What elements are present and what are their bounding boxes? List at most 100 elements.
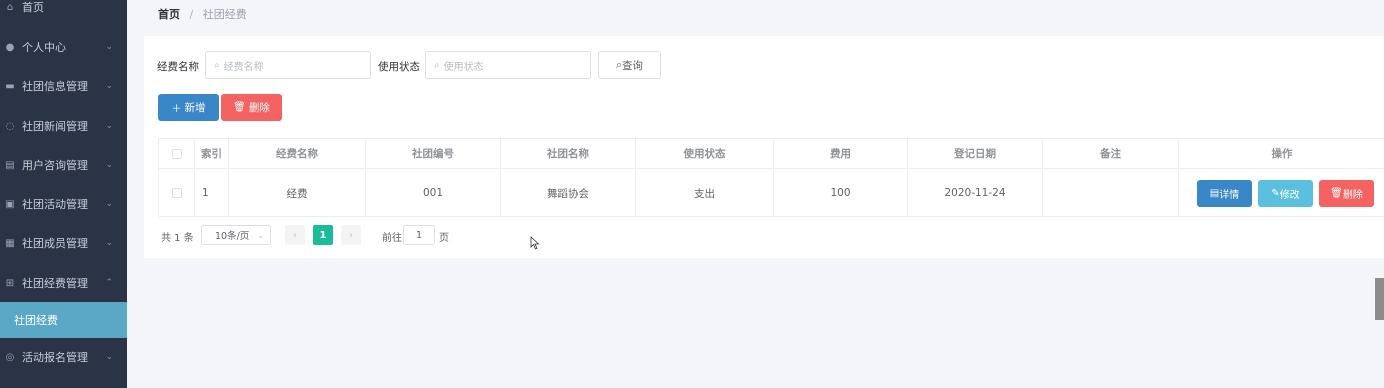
table-row: 1 经费 001 舞蹈协会 支出 100 2020-11-24 ▤ 详情 ✎ 修… xyxy=(159,170,1384,217)
breadcrumb-home[interactable]: 首页 xyxy=(158,8,180,21)
sidebar-item-club-info[interactable]: ▬ 社团信息管理 ⌄ xyxy=(0,67,127,105)
chevron-up-icon: ⌃ xyxy=(105,278,113,288)
user-icon: ● xyxy=(5,41,15,53)
briefcase-icon: ▬ xyxy=(5,80,15,92)
add-label: 新增 xyxy=(184,102,206,114)
breadcrumb-current: 社团经费 xyxy=(202,8,247,21)
sidebar-item-club-funds[interactable]: ⊞ 社团经费管理 ⌃ xyxy=(0,264,127,302)
sidebar-item-label: 用户咨询管理 xyxy=(22,159,88,172)
delete-button[interactable]: 🗑 删除 xyxy=(221,94,282,121)
page-size-select[interactable]: 10条/页 ⌄ xyxy=(201,225,271,245)
funds-table: 索引 经费名称 社团编号 社团名称 使用状态 费用 登记日期 备注 操作 1 经… xyxy=(158,138,1384,217)
chevron-right-icon: › xyxy=(349,229,353,241)
home-icon: ⌂ xyxy=(6,1,14,13)
header-fund-name: 经费名称 xyxy=(229,139,366,168)
query-label: 查询 xyxy=(621,59,643,72)
header-index: 索引 xyxy=(195,139,229,168)
row-delete-button[interactable]: 🗑 删除 xyxy=(1319,180,1374,207)
row-checkbox-cell xyxy=(159,170,195,216)
header-operations: 操作 xyxy=(1271,148,1293,160)
cell-club-name: 舞蹈协会 xyxy=(501,170,636,216)
trash-icon: 🗑 xyxy=(233,102,246,113)
chevron-left-icon: ‹ xyxy=(293,229,297,241)
cell-note xyxy=(1043,170,1179,216)
search-icon: ⌕ xyxy=(214,59,220,71)
cell-date: 2020-11-24 xyxy=(908,170,1043,216)
edit-button[interactable]: ✎ 修改 xyxy=(1258,180,1313,207)
sidebar-item-label: 社团经费管理 xyxy=(22,277,88,290)
chevron-down-icon: ⌄ xyxy=(105,42,113,52)
globe-icon: ◎ xyxy=(5,351,15,363)
sidebar: ⌂ 首页 ● 个人中心 ⌄ ▬ 社团信息管理 ⌄ ◌ 社团新闻管理 ⌄ ▤ 用户… xyxy=(0,0,127,388)
cell-index: 1 xyxy=(195,170,229,216)
prev-page-button[interactable]: ‹ xyxy=(285,225,305,245)
header-club-name: 社团名称 xyxy=(501,139,636,168)
goto-page-input[interactable]: 1 xyxy=(403,225,435,245)
header-note: 备注 xyxy=(1043,139,1179,168)
monitor-icon: ▦ xyxy=(5,237,15,249)
page-number-current[interactable]: 1 xyxy=(313,225,333,245)
chevron-down-icon: ⌄ xyxy=(105,160,113,170)
sidebar-item-personal-center[interactable]: ● 个人中心 ⌄ xyxy=(0,28,127,66)
cell-fund-name: 经费 xyxy=(229,170,366,216)
cell-cost: 100 xyxy=(774,170,908,216)
plus-icon: ＋ xyxy=(171,104,182,115)
sidebar-subitem-label: 社团经费 xyxy=(14,314,58,327)
sidebar-item-home[interactable]: ⌂ 首页 xyxy=(0,0,127,26)
edit-label: 修改 xyxy=(1279,190,1300,201)
select-all-checkbox[interactable] xyxy=(171,148,182,159)
scrollbar-thumb[interactable] xyxy=(1375,278,1384,320)
header-checkbox-cell xyxy=(159,139,195,168)
power-icon: ◌ xyxy=(5,120,15,132)
search-icon: ⌕ xyxy=(434,59,440,71)
row-delete-label: 删除 xyxy=(1342,190,1363,201)
page-size-value: 10条/页 xyxy=(215,231,250,242)
content-card: 经费名称 ⌕ 经费名称 使用状态 ⌕ 使用状态 ⌕ 查询 ＋ 新增 🗑 删除 索… xyxy=(144,36,1384,258)
header-club-no: 社团编号 xyxy=(366,139,501,168)
grid-icon: ⊞ xyxy=(5,277,15,289)
sidebar-item-label: 活动报名管理 xyxy=(22,351,88,364)
query-button[interactable]: ⌕ 查询 xyxy=(598,51,661,79)
next-page-button[interactable]: › xyxy=(341,225,361,245)
sidebar-item-label: 社团活动管理 xyxy=(22,198,88,211)
detail-button[interactable]: ▤ 详情 xyxy=(1197,180,1252,207)
usage-status-input[interactable]: ⌕ 使用状态 xyxy=(425,51,591,79)
edit-icon: ✎ xyxy=(1271,188,1280,199)
sidebar-item-label: 社团信息管理 xyxy=(22,80,88,93)
chevron-down-icon: ⌄ xyxy=(257,230,264,240)
usage-status-placeholder: 使用状态 xyxy=(443,61,484,73)
row-checkbox[interactable] xyxy=(171,188,182,198)
sidebar-item-activity-signup[interactable]: ◎ 活动报名管理 ⌄ xyxy=(0,338,127,376)
cell-operations: ▤ 详情 ✎ 修改 🗑 删除 xyxy=(1179,170,1384,216)
sidebar-item-club-members[interactable]: ▦ 社团成员管理 ⌄ xyxy=(0,224,127,262)
trash-icon: 🗑 xyxy=(1330,188,1343,199)
chevron-down-icon: ⌄ xyxy=(105,352,113,362)
document-icon: ▤ xyxy=(1209,188,1220,199)
fund-name-input[interactable]: ⌕ 经费名称 xyxy=(205,51,371,79)
header-date: 登记日期 xyxy=(908,139,1043,168)
chevron-down-icon: ⌄ xyxy=(105,121,113,131)
table-header: 索引 经费名称 社团编号 社团名称 使用状态 费用 登记日期 备注 操作 xyxy=(159,139,1384,169)
mouse-cursor-icon xyxy=(530,236,540,250)
sidebar-item-club-news[interactable]: ◌ 社团新闻管理 ⌄ xyxy=(0,107,127,145)
sidebar-item-club-activity[interactable]: ▣ 社团活动管理 ⌄ xyxy=(0,185,127,223)
cell-usage-status: 支出 xyxy=(636,170,774,216)
add-button[interactable]: ＋ 新增 xyxy=(158,94,219,121)
usage-status-label: 使用状态 xyxy=(378,61,420,73)
chevron-down-icon: ⌄ xyxy=(105,199,113,209)
breadcrumb-separator: / xyxy=(189,8,194,21)
sidebar-item-label: 社团成员管理 xyxy=(22,237,88,250)
breadcrumb: 首页 / 社团经费 xyxy=(158,6,247,22)
detail-label: 详情 xyxy=(1219,190,1240,201)
page-suffix: 页 xyxy=(439,233,449,244)
document-icon: ▤ xyxy=(5,159,15,171)
sidebar-item-user-consult[interactable]: ▤ 用户咨询管理 ⌄ xyxy=(0,146,127,184)
chair-icon: ▣ xyxy=(5,198,15,210)
cell-club-no: 001 xyxy=(366,170,501,216)
fund-name-label: 经费名称 xyxy=(157,61,199,73)
sidebar-subitem-club-funds[interactable]: 社团经费 xyxy=(0,302,127,338)
sidebar-item-label: 社团新闻管理 xyxy=(22,120,88,133)
chevron-down-icon: ⌄ xyxy=(105,81,113,91)
sidebar-item-label: 个人中心 xyxy=(22,41,66,54)
chevron-down-icon: ⌄ xyxy=(105,238,113,248)
